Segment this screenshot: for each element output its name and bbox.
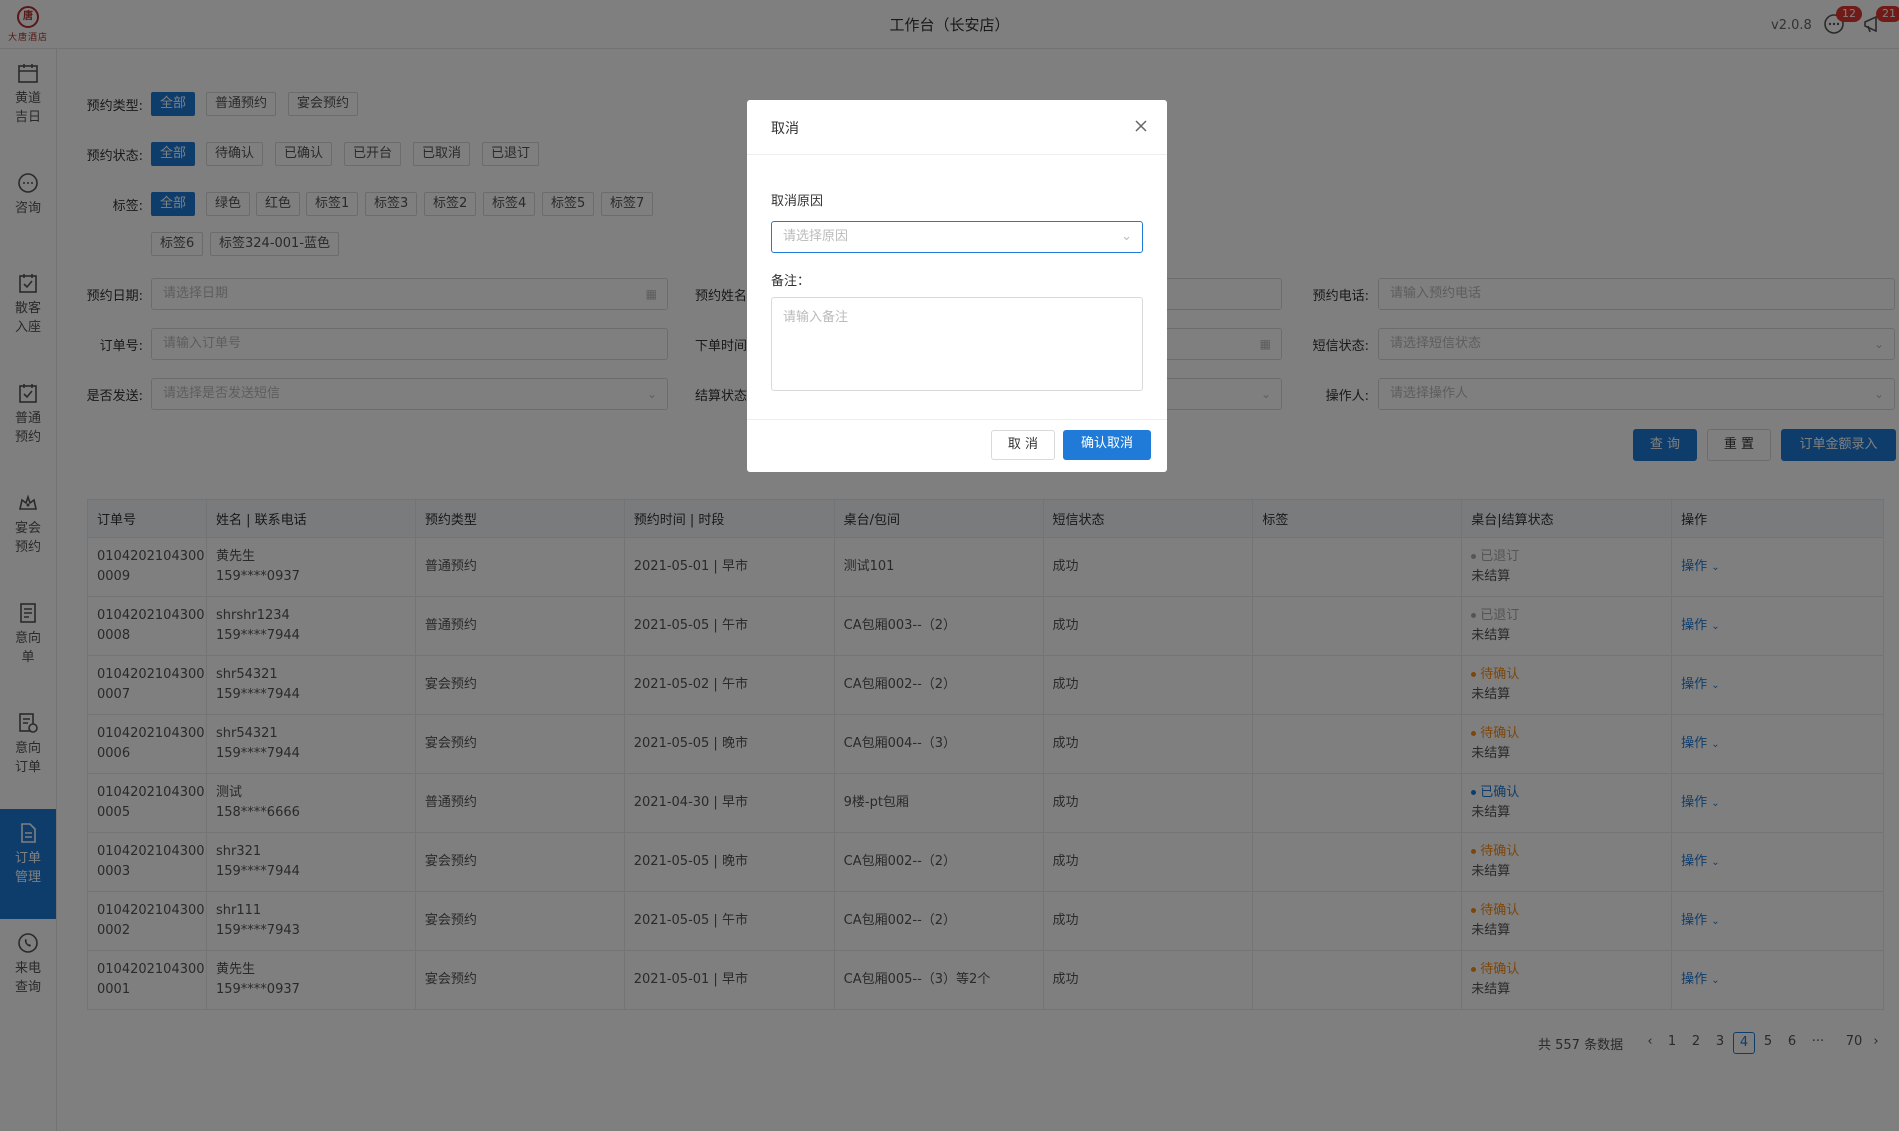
dialog-cancel-button[interactable]: 取 消 — [991, 430, 1055, 460]
chevron-down-icon: ⌄ — [1121, 229, 1132, 244]
app-root: 唐 大唐酒店 工作台（长安店） v2.0.8 12 21 黄道吉日 咨询 散客入… — [0, 0, 1899, 1131]
cancel-dialog: 取消 取消原因 请选择原因 ⌄ 备注： 请输入备注 取 消 确认取消 — [747, 100, 1167, 472]
confirm-cancel-button[interactable]: 确认取消 — [1063, 430, 1151, 460]
reason-label: 取消原因 — [771, 194, 824, 209]
dialog-footer-divider — [747, 419, 1167, 420]
dialog-divider — [747, 154, 1167, 155]
close-icon[interactable] — [1133, 118, 1149, 134]
dialog-title: 取消 — [771, 121, 799, 137]
remark-textarea[interactable]: 请输入备注 — [771, 297, 1143, 391]
remark-placeholder: 请输入备注 — [783, 310, 849, 325]
reason-select[interactable]: 请选择原因 ⌄ — [771, 221, 1143, 253]
reason-placeholder: 请选择原因 — [783, 229, 849, 244]
remark-label: 备注： — [771, 274, 811, 289]
